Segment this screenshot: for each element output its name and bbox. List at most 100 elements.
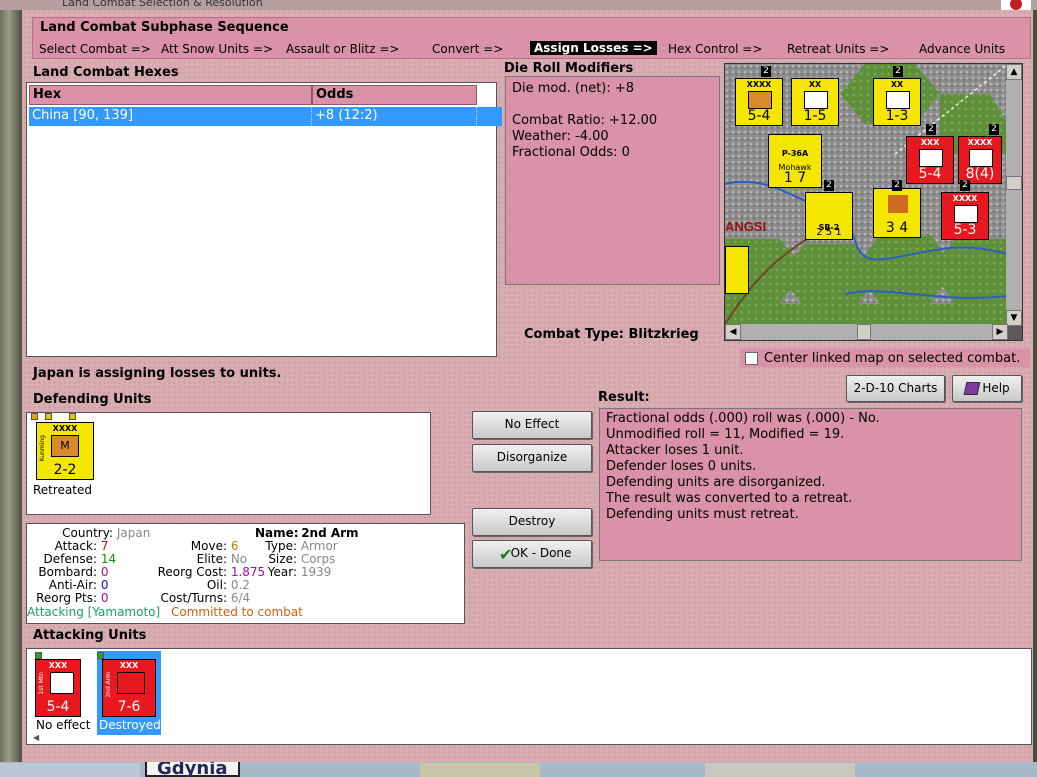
elite-label: Elite: xyxy=(196,552,227,566)
linked-map[interactable]: ANGSI XXXX 5-4 XX 1-5 XX 1-3 XXX 5-4 XXX… xyxy=(724,63,1023,341)
combat-type: Combat Type: Blitzkrieg xyxy=(524,327,699,342)
move-label: Move: xyxy=(190,539,227,553)
charts-button[interactable]: 2-D-10 Charts xyxy=(846,375,945,402)
map-vertical-scrollbar[interactable]: ▲ ▼ xyxy=(1006,64,1022,326)
stack-badge: 2 xyxy=(761,66,771,77)
column-hex[interactable]: Hex xyxy=(29,85,312,105)
air-counter[interactable]: 3 4 xyxy=(873,188,921,238)
step-assault-or-blitz[interactable]: Assault or Blitz => xyxy=(286,42,399,56)
counter-size: XXX xyxy=(920,138,940,147)
reorg-pts-value: 0 xyxy=(100,591,109,605)
scroll-left-icon[interactable]: ◀ xyxy=(725,324,741,340)
status-message: Japan is assigning losses to units. xyxy=(33,366,282,381)
counter-size: XX xyxy=(890,80,904,89)
counter-size: XXX xyxy=(119,661,139,670)
map-counter[interactable]: XXX 5-4 xyxy=(906,136,954,184)
attacking-status: Attacking [Yamamoto] xyxy=(27,605,161,619)
column-odds[interactable]: Odds xyxy=(312,85,477,105)
disorganize-button[interactable]: Disorganize xyxy=(472,444,592,472)
stack-badge: 2 xyxy=(989,124,999,135)
result-line: Defender loses 0 units. xyxy=(606,459,757,474)
defending-unit-counter[interactable]: XXXX Kunming M 2-2 xyxy=(36,422,94,480)
map-counter-partial[interactable] xyxy=(725,246,749,294)
status-marker-icon xyxy=(97,652,104,659)
step-convert[interactable]: Convert => xyxy=(432,42,503,56)
armor-symbol-icon xyxy=(748,91,772,109)
step-advance-units[interactable]: Advance Units xyxy=(919,42,1005,56)
reorg-cost-label: Reorg Cost: xyxy=(157,565,227,579)
counter-value: 2 5 1 xyxy=(816,227,842,238)
result-line: Fractional odds (.000) roll was (.000) -… xyxy=(606,411,880,426)
name-label: Name: xyxy=(255,526,299,540)
step-retreat-units[interactable]: Retreat Units => xyxy=(787,42,889,56)
counter-value: 5-3 xyxy=(953,222,977,238)
step-att-snow-units[interactable]: Att Snow Units => xyxy=(161,42,273,56)
counter-value: 1 7 xyxy=(783,170,807,186)
counter-side-label: 1st Mtn xyxy=(38,672,45,695)
scroll-left-icon[interactable]: ◀ xyxy=(33,733,41,742)
center-map-checkbox[interactable] xyxy=(745,351,758,365)
help-button[interactable]: Help xyxy=(952,375,1022,402)
armor-symbol-icon xyxy=(117,672,145,694)
combat-hexes-list[interactable]: Hex Odds China [90, 139] +8 (12:2) xyxy=(26,82,502,357)
scroll-down-icon[interactable]: ▼ xyxy=(1006,310,1022,326)
status-marker-icon xyxy=(69,413,76,420)
step-select-combat[interactable]: Select Combat => xyxy=(39,42,151,56)
step-assign-losses[interactable]: Assign Losses => xyxy=(530,41,657,55)
ok-done-button[interactable]: ✔ OK - Done xyxy=(472,540,592,568)
center-map-checkbox-row[interactable]: Center linked map on selected combat. xyxy=(740,349,1030,367)
antiair-value: 0 xyxy=(100,578,109,592)
counter-side-label: 2nd Arm xyxy=(105,672,112,698)
right-frame xyxy=(1033,10,1037,762)
status-marker-icon xyxy=(31,413,38,420)
help-book-icon xyxy=(963,382,981,395)
attack-label: Attack: xyxy=(54,539,97,553)
defense-label: Defense: xyxy=(43,552,97,566)
attacking-unit-counter[interactable]: XXX 1st Mtn 5-4 xyxy=(35,659,81,717)
map-counter[interactable]: XXXX 5-4 xyxy=(735,78,783,126)
result-line: The result was converted to a retreat. xyxy=(606,491,853,506)
map-counter[interactable]: XXXX 5-3 xyxy=(941,192,989,240)
attack-value: 7 xyxy=(100,539,109,553)
title-bar: Land Combat Selection & Resolution xyxy=(0,0,1037,10)
mountain-infantry-symbol-icon xyxy=(50,672,74,694)
no-effect-button[interactable]: No Effect xyxy=(472,411,592,439)
country-label: Country: xyxy=(62,526,113,540)
infantry-symbol-icon xyxy=(804,91,828,109)
counter-value: 1-3 xyxy=(885,108,909,124)
center-map-label: Center linked map on selected combat. xyxy=(764,350,1021,366)
counter-size: XXX xyxy=(48,661,68,670)
map-counter[interactable]: XXXX 8(4) xyxy=(958,136,1002,184)
ok-done-label: OK - Done xyxy=(510,546,572,560)
stack-badge: 2 xyxy=(893,66,903,77)
air-counter[interactable]: SB-2 2 5 1 xyxy=(805,192,853,240)
elite-value: No xyxy=(230,552,248,566)
hexes-header: Hex Odds xyxy=(29,85,502,105)
map-counter[interactable]: XX 1-3 xyxy=(873,78,921,126)
scroll-thumb[interactable] xyxy=(857,324,871,340)
counter-value: 3 4 xyxy=(885,220,909,236)
map-region-label: ANGSI xyxy=(725,219,766,234)
aircraft-icon xyxy=(888,195,908,213)
unit-caption: No effect xyxy=(36,718,91,732)
destroy-button[interactable]: Destroy xyxy=(472,508,592,536)
result-line: Unmodified roll = 11, Modified = 19. xyxy=(606,427,845,442)
weather-line: Weather: -4.00 xyxy=(512,129,609,144)
map-horizontal-scrollbar[interactable]: ◀ ▶ xyxy=(725,324,1008,340)
attacking-unit-counter[interactable]: XXX 2nd Arm 7-6 xyxy=(102,659,156,717)
reorg-pts-label: Reorg Pts: xyxy=(36,591,97,605)
map-counter[interactable]: XX 1-5 xyxy=(791,78,839,126)
table-row[interactable]: China [90, 139] +8 (12:2) xyxy=(29,107,502,126)
name-value: 2nd Arm xyxy=(301,526,359,540)
scroll-up-icon[interactable]: ▲ xyxy=(1006,64,1022,80)
scroll-right-icon[interactable]: ▶ xyxy=(992,324,1008,340)
scroll-thumb[interactable] xyxy=(1006,176,1022,190)
defending-units-box: XXXX Kunming M 2-2 Retreated xyxy=(26,412,431,515)
checkmark-icon: ✔ xyxy=(499,545,513,564)
aircraft-type: P-36A xyxy=(781,149,809,158)
air-counter[interactable]: P-36A Mohawk 1 7 xyxy=(768,134,822,188)
step-hex-control[interactable]: Hex Control => xyxy=(668,42,762,56)
hex-cell: China [90, 139] xyxy=(29,107,312,126)
stack-badge: 2 xyxy=(926,124,936,135)
